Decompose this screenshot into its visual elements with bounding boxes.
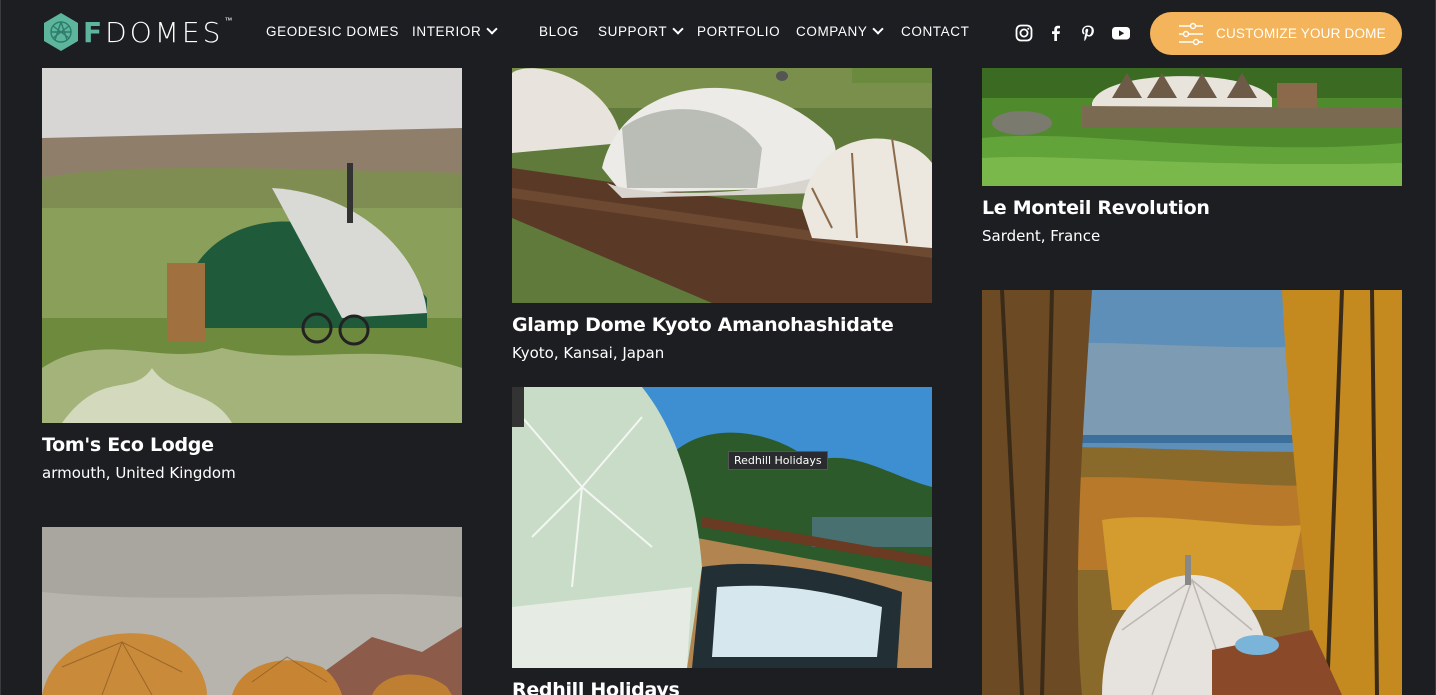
page: FDOMES ™ GEODESIC DOMES INTERIOR BLOG SU… (0, 0, 1436, 695)
nav-company[interactable]: COMPANY (796, 22, 885, 39)
nav-interior[interactable]: INTERIOR (412, 22, 498, 39)
site-header: FDOMES ™ GEODESIC DOMES INTERIOR BLOG SU… (1, 0, 1435, 66)
nav-geodesic-domes[interactable]: GEODESIC DOMES (266, 24, 399, 39)
site-logo[interactable]: FDOMES ™ (41, 12, 232, 52)
card-title[interactable]: Redhill Holidays (512, 679, 680, 695)
card-title[interactable]: Glamp Dome Kyoto Amanohashidate (512, 314, 894, 336)
nav-support[interactable]: SUPPORT (598, 22, 684, 39)
customize-dome-label: CUSTOMIZE YOUR DOME (1216, 26, 1386, 41)
chevron-down-icon (672, 22, 684, 35)
customize-dome-button[interactable]: CUSTOMIZE YOUR DOME (1150, 12, 1402, 55)
youtube-icon[interactable] (1111, 24, 1131, 42)
dome-logo-icon (44, 13, 78, 51)
card-title[interactable]: Le Monteil Revolution (982, 197, 1210, 219)
card-image-glamp-dome-kyoto[interactable] (512, 68, 932, 303)
nav-contact[interactable]: CONTACT (901, 24, 969, 39)
card-title[interactable]: Tom's Eco Lodge (42, 434, 214, 456)
image-tooltip: Redhill Holidays (728, 451, 828, 470)
pinterest-icon[interactable] (1079, 24, 1097, 42)
card-image-desert-domes[interactable] (42, 527, 462, 695)
nav-blog[interactable]: BLOG (539, 24, 579, 39)
card-image-le-monteil-revolution[interactable] (982, 68, 1402, 186)
card-image-toms-eco-lodge[interactable] (42, 68, 462, 423)
nav-portfolio[interactable]: PORTFOLIO (697, 24, 780, 39)
card-location: Kyoto, Kansai, Japan (512, 344, 665, 362)
card-location: Sardent, France (982, 227, 1101, 245)
card-image-redhill-holidays[interactable] (512, 387, 932, 668)
card-image-autumn-forest-dome[interactable] (982, 290, 1402, 695)
instagram-icon[interactable] (1015, 24, 1033, 42)
chevron-down-icon (486, 22, 498, 35)
logo-wordmark: FDOMES (83, 15, 224, 49)
trademark: ™ (224, 15, 233, 25)
chevron-down-icon (872, 22, 885, 35)
card-location: armouth, United Kingdom (42, 464, 236, 482)
facebook-icon[interactable] (1047, 24, 1065, 42)
sliders-icon (1179, 22, 1203, 45)
